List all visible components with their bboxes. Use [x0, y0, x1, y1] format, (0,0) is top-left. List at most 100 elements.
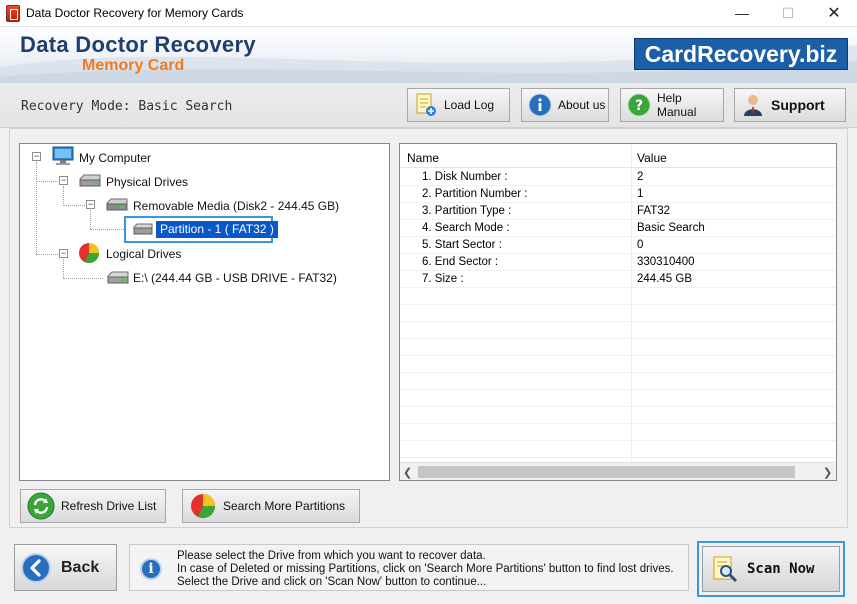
empty-row: [400, 339, 836, 356]
hard-drive-icon: [79, 174, 101, 187]
computer-icon: [52, 146, 74, 165]
app-icon: [6, 5, 20, 22]
property-value: FAT32: [637, 205, 671, 217]
search-more-label: Search More Partitions: [223, 499, 346, 513]
property-name: 4. Search Mode :: [422, 222, 510, 234]
svg-text:?: ?: [635, 98, 643, 114]
tree-node-logical-drives[interactable]: Logical Drives: [106, 247, 181, 261]
scan-now-label: Scan Now: [747, 561, 815, 577]
empty-row: [400, 288, 836, 305]
tree-collapse-toggle[interactable]: −: [59, 249, 68, 258]
help-manual-button[interactable]: ? Help Manual: [620, 88, 724, 122]
info-line-2: In case of Deleted or missing Partitions…: [177, 563, 674, 575]
table-row[interactable]: 1. Disk Number : 2: [400, 169, 836, 186]
tree-collapse-toggle[interactable]: −: [32, 152, 41, 161]
tree-node-partition-label[interactable]: Partition - 1 ( FAT32 ): [156, 221, 278, 238]
drive-tree[interactable]: − My Computer − Physical Drives − Remova…: [19, 143, 390, 481]
title-bar: Data Doctor Recovery for Memory Cards — …: [0, 0, 857, 27]
empty-row: [400, 356, 836, 373]
tree-node-my-computer[interactable]: My Computer: [79, 151, 151, 165]
pie-chart-icon: [79, 243, 100, 264]
table-header: Name Value: [400, 144, 836, 168]
refresh-icon: [27, 492, 55, 520]
load-log-icon: [414, 93, 438, 117]
load-log-button[interactable]: Load Log: [407, 88, 510, 122]
scroll-right-icon[interactable]: ❯: [823, 466, 832, 479]
load-log-label: Load Log: [444, 98, 495, 112]
empty-row: [400, 390, 836, 407]
partition-icon: [133, 223, 153, 235]
table-row[interactable]: 5. Start Sector : 0: [400, 237, 836, 254]
info-line-3: Select the Drive and click on 'Scan Now'…: [177, 576, 487, 588]
empty-row: [400, 373, 836, 390]
back-button[interactable]: Back: [14, 544, 117, 591]
tree-connector: [63, 186, 64, 206]
partition-pie-icon: [191, 494, 216, 519]
usb-drive-icon: [107, 271, 129, 284]
close-button[interactable]: ✕: [811, 0, 857, 27]
property-name: 6. End Sector :: [422, 256, 499, 268]
about-us-label: About us: [558, 98, 606, 112]
tree-collapse-toggle[interactable]: −: [59, 176, 68, 185]
minimize-button[interactable]: —: [719, 0, 765, 27]
window-title: Data Doctor Recovery for Memory Cards: [26, 6, 244, 20]
tree-connector: [36, 162, 37, 254]
support-label: Support: [771, 97, 825, 113]
tree-connector: [63, 259, 64, 278]
tree-connector: [90, 229, 126, 230]
tree-collapse-toggle[interactable]: −: [86, 200, 95, 209]
property-value: 2: [637, 171, 644, 183]
removable-drive-icon: [106, 198, 128, 211]
toolbar: Recovery Mode: Basic Search Load Log Abo…: [0, 83, 857, 128]
tree-connector: [90, 210, 91, 229]
tree-node-partition-selected[interactable]: Partition - 1 ( FAT32 ): [124, 216, 278, 243]
property-name: 1. Disk Number :: [422, 171, 508, 183]
property-value: 0: [637, 239, 644, 251]
brand-subtitle: Memory Card: [82, 57, 185, 74]
tree-connector: [36, 254, 58, 255]
help-manual-label: Help Manual: [657, 91, 697, 119]
property-name: 5. Start Sector :: [422, 239, 502, 251]
maximize-button[interactable]: ☐: [765, 0, 811, 27]
search-more-partitions-button[interactable]: Search More Partitions: [182, 489, 360, 523]
info-icon: [528, 93, 552, 117]
column-header-value[interactable]: Value: [637, 151, 667, 165]
tree-node-physical-drives[interactable]: Physical Drives: [106, 175, 188, 189]
back-label: Back: [61, 558, 100, 576]
table-row[interactable]: 3. Partition Type : FAT32: [400, 203, 836, 220]
help-icon: ?: [627, 93, 651, 117]
properties-table: Name Value 1. Disk Number : 2 2. Partition…: [399, 143, 837, 481]
empty-row: [400, 424, 836, 441]
tree-connector: [36, 181, 58, 182]
table-row[interactable]: 6. End Sector : 330310400: [400, 254, 836, 271]
info-line-1: Please select the Drive from which you w…: [177, 550, 486, 562]
scan-magnifier-icon: [713, 556, 738, 583]
about-us-button[interactable]: About us: [521, 88, 609, 122]
empty-row: [400, 305, 836, 322]
table-row[interactable]: 4. Search Mode : Basic Search: [400, 220, 836, 237]
scroll-left-icon[interactable]: ❮: [403, 466, 412, 479]
property-name: 7. Size :: [422, 273, 464, 285]
tree-node-removable-media[interactable]: Removable Media (Disk2 - 244.45 GB): [133, 199, 339, 213]
table-row[interactable]: 2. Partition Number : 1: [400, 186, 836, 203]
tree-connector: [63, 205, 87, 206]
property-name: 2. Partition Number :: [422, 188, 528, 200]
support-button[interactable]: Support: [734, 88, 846, 122]
property-value: Basic Search: [637, 222, 705, 234]
horizontal-scrollbar[interactable]: ❮ ❯: [400, 462, 836, 480]
empty-row: [400, 322, 836, 339]
property-value: 244.45 GB: [637, 273, 692, 285]
info-panel: i Please select the Drive from which you…: [129, 544, 689, 591]
support-person-icon: [741, 93, 765, 117]
tree-connector: [63, 278, 103, 279]
brand-title: Data Doctor Recovery: [20, 32, 256, 57]
back-arrow-icon: [21, 552, 51, 583]
refresh-drive-list-button[interactable]: Refresh Drive List: [20, 489, 166, 523]
scrollbar-thumb[interactable]: [418, 466, 795, 478]
column-header-name[interactable]: Name: [407, 151, 439, 165]
scan-now-button[interactable]: Scan Now: [702, 546, 840, 592]
refresh-label: Refresh Drive List: [61, 499, 157, 513]
site-badge: CardRecovery.biz: [634, 38, 848, 70]
tree-node-drive-e[interactable]: E:\ (244.44 GB - USB DRIVE - FAT32): [133, 271, 337, 285]
table-row[interactable]: 7. Size : 244.45 GB: [400, 271, 836, 288]
